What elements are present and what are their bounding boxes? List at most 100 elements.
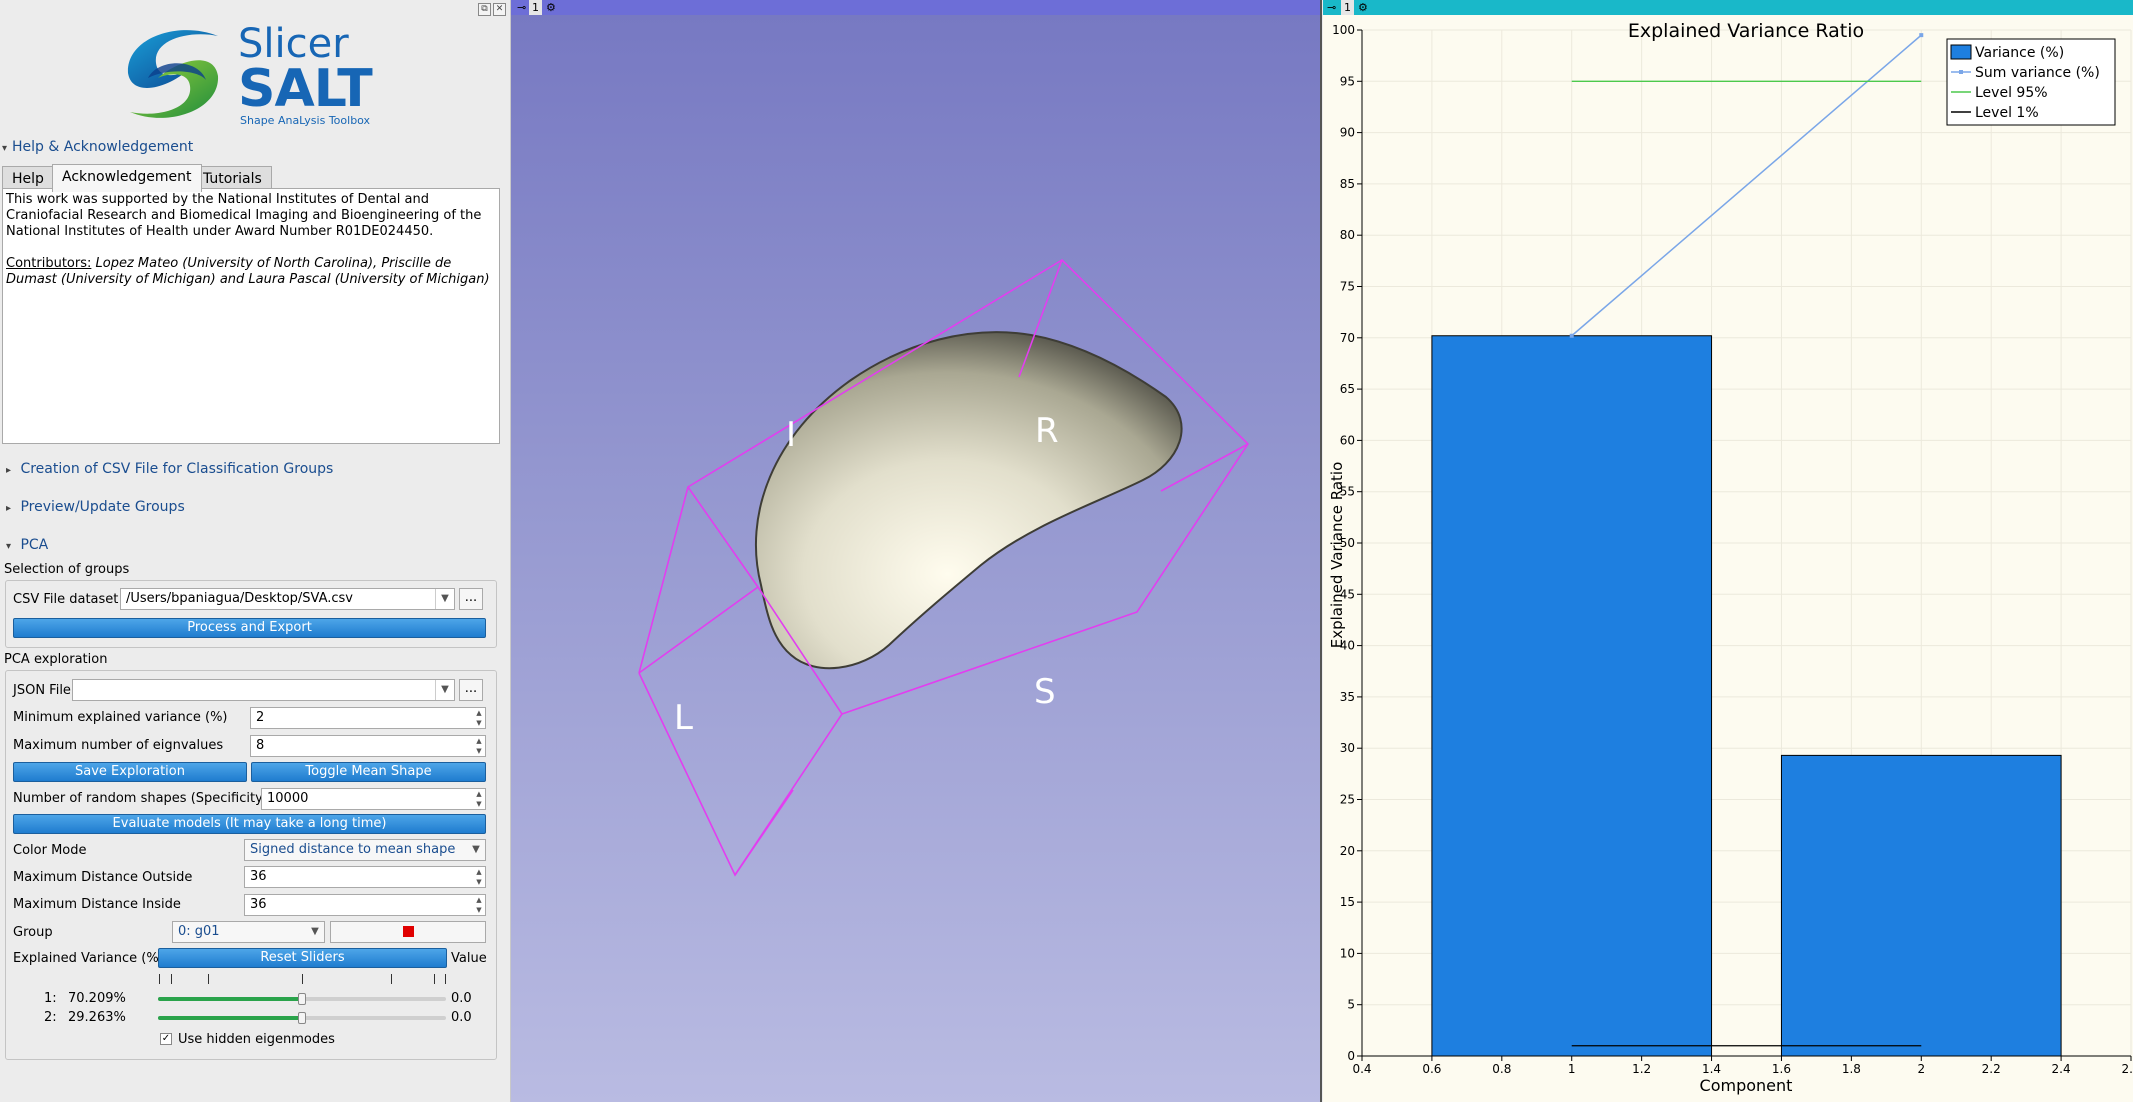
cumulative-variance-point: [1919, 33, 1924, 38]
expand-arrow-icon: ▸: [6, 465, 12, 476]
checkmark-icon: ✓: [161, 1033, 171, 1044]
selection-of-groups-title: Selection of groups: [4, 562, 130, 577]
slider-1-value: 0.0: [451, 991, 472, 1006]
y-tick-label: 85: [1340, 177, 1355, 191]
max-distance-outside-spinbox[interactable]: 36 ▲ ▼: [244, 866, 486, 888]
y-tick-label: 60: [1340, 433, 1355, 447]
chevron-down-icon: ▼: [311, 926, 319, 937]
slider-tick: [302, 974, 303, 984]
legend-marker: [1959, 70, 1963, 74]
help-section-header[interactable]: ▾ Help & Acknowledgement: [2, 139, 193, 155]
3d-view-number: 1: [529, 0, 542, 15]
json-browse-button[interactable]: ...: [459, 679, 483, 701]
tab-acknowledgement[interactable]: Acknowledgement: [52, 164, 202, 192]
y-tick-label: 25: [1340, 793, 1355, 807]
x-tick-label: 1.8: [1842, 1062, 1861, 1076]
toggle-mean-shape-button[interactable]: Toggle Mean Shape: [251, 762, 486, 782]
x-tick-label: 1.6: [1772, 1062, 1791, 1076]
legend-swatch: [1950, 44, 1972, 60]
orientation-label-r: R: [1035, 411, 1059, 451]
pin-icon[interactable]: ⊸: [517, 0, 526, 15]
color-mode-label: Color Mode: [13, 843, 87, 858]
acknowledgement-text-box[interactable]: This work was supported by the National …: [2, 188, 500, 444]
y-axis-label: Explained Variance Ratio: [1328, 462, 1346, 649]
mean-shape-mesh: [754, 331, 1183, 670]
max-distance-inside-spinbox[interactable]: 36 ▲ ▼: [244, 894, 486, 916]
spin-arrows-icon[interactable]: ▲ ▼: [473, 789, 485, 809]
spin-arrows-icon[interactable]: ▲ ▼: [473, 867, 485, 887]
random-shapes-spinbox[interactable]: 10000 ▲ ▼: [261, 788, 486, 810]
y-tick-label: 15: [1340, 895, 1355, 909]
hidden-eigenmodes-checkbox[interactable]: ✓: [160, 1033, 172, 1045]
chart-view-controller-bar[interactable]: ⊸ 1 ⚙: [1323, 0, 2133, 15]
view-settings-icon[interactable]: ⚙: [546, 0, 556, 15]
y-tick-label: 75: [1340, 280, 1355, 294]
csv-file-label: CSV File dataset: [13, 592, 119, 607]
hidden-eigenmodes-label[interactable]: Use hidden eigenmodes: [178, 1032, 335, 1047]
logo-line2: SALT: [238, 59, 373, 119]
group-combo[interactable]: 0: g01 ▼: [172, 921, 325, 943]
slider-tick: [391, 974, 392, 984]
pca-section-header[interactable]: ▾ PCA: [6, 537, 48, 553]
cumulative-variance-point: [1569, 333, 1574, 338]
chevron-down-icon: ▼: [472, 844, 480, 855]
min-variance-value: 2: [256, 710, 265, 725]
random-shapes-label: Number of random shapes (Specificity): [13, 791, 268, 806]
chart-title: Explained Variance Ratio: [1628, 20, 1864, 42]
preview-groups-section-title: Preview/Update Groups: [20, 499, 185, 515]
reset-sliders-button[interactable]: Reset Sliders: [158, 948, 447, 968]
value-column-label: Value: [451, 951, 487, 966]
y-tick-label: 5: [1347, 998, 1355, 1012]
cumulative-variance-line: [1571, 34, 1922, 337]
x-tick-label: 0.6: [1422, 1062, 1441, 1076]
x-tick-label: 2.6: [2121, 1062, 2133, 1076]
y-tick-label: 95: [1340, 74, 1355, 88]
slider-2-fill: [158, 1016, 302, 1020]
slider-tick: [434, 974, 435, 984]
save-exploration-button[interactable]: Save Exploration: [13, 762, 247, 782]
csv-file-combo[interactable]: /Users/bpaniagua/Desktop/SVA.csv ▼: [120, 588, 455, 610]
3d-view-controller-bar[interactable]: ⊸ 1 ⚙: [511, 0, 1320, 15]
min-variance-spinbox[interactable]: 2 ▲ ▼: [250, 707, 486, 729]
y-tick-label: 0: [1347, 1049, 1355, 1063]
process-and-export-button[interactable]: Process and Export: [13, 618, 486, 638]
logo-mark-icon: [127, 30, 219, 118]
x-tick-label: 1.2: [1632, 1062, 1651, 1076]
slider-2-value: 0.0: [451, 1010, 472, 1025]
pin-icon[interactable]: ⊸: [1327, 0, 1336, 15]
chart-view[interactable]: ⊸ 1 ⚙ 0.4 0.6 0.8 1 1.2 1.4 1.6 1.8 2 2.2 2.4 2.6 0 5…: [1323, 0, 2133, 1102]
y-tick-label: 90: [1340, 126, 1355, 140]
max-eigenvalues-spinbox[interactable]: 8 ▲ ▼: [250, 735, 486, 757]
y-tick-label: 10: [1340, 946, 1355, 960]
ack-paragraph: This work was supported by the National …: [6, 192, 482, 239]
color-mode-combo[interactable]: Signed distance to mean shape ▼: [244, 839, 486, 861]
logo-tagline: Shape AnaLysis Toolbox: [240, 114, 371, 127]
evaluate-models-button[interactable]: Evaluate models (It may take a long time…: [13, 814, 486, 834]
slider-2-handle[interactable]: [298, 1012, 306, 1024]
json-file-combo[interactable]: ▼: [72, 679, 455, 701]
spin-arrows-icon[interactable]: ▲ ▼: [473, 708, 485, 728]
contributors-paragraph: Contributors: Lopez Mateo (University of…: [6, 256, 496, 288]
slider-2-percent: 29.263%: [68, 1010, 126, 1025]
spin-arrows-icon[interactable]: ▲ ▼: [473, 736, 485, 756]
3d-view[interactable]: ⊸ 1 ⚙ I R L S: [511, 0, 1322, 1102]
legend-label: Level 1%: [1975, 105, 2039, 121]
collapse-arrow-icon: ▾: [2, 143, 8, 154]
preview-groups-section-header[interactable]: ▸ Preview/Update Groups: [6, 499, 185, 515]
spin-arrows-icon[interactable]: ▲ ▼: [473, 895, 485, 915]
bars-group: [1431, 335, 2062, 1057]
close-icon[interactable]: ✕: [493, 3, 506, 16]
restore-icon[interactable]: ⧉: [478, 3, 491, 16]
csv-creation-section-header[interactable]: ▸ Creation of CSV File for Classificatio…: [6, 461, 333, 477]
color-mode-value: Signed distance to mean shape: [250, 842, 456, 857]
help-section-title: Help & Acknowledgement: [12, 139, 194, 155]
view-settings-icon[interactable]: ⚙: [1358, 0, 1368, 15]
slider-tick: [171, 974, 172, 984]
group-color-button[interactable]: [330, 921, 486, 943]
slider-1-handle[interactable]: [298, 993, 306, 1005]
slider-tick: [445, 974, 446, 984]
json-file-label: JSON File: [13, 683, 71, 698]
csv-browse-button[interactable]: ...: [459, 588, 483, 610]
csv-creation-section-title: Creation of CSV File for Classification …: [20, 461, 334, 477]
variance-bar: [1780, 754, 2062, 1057]
